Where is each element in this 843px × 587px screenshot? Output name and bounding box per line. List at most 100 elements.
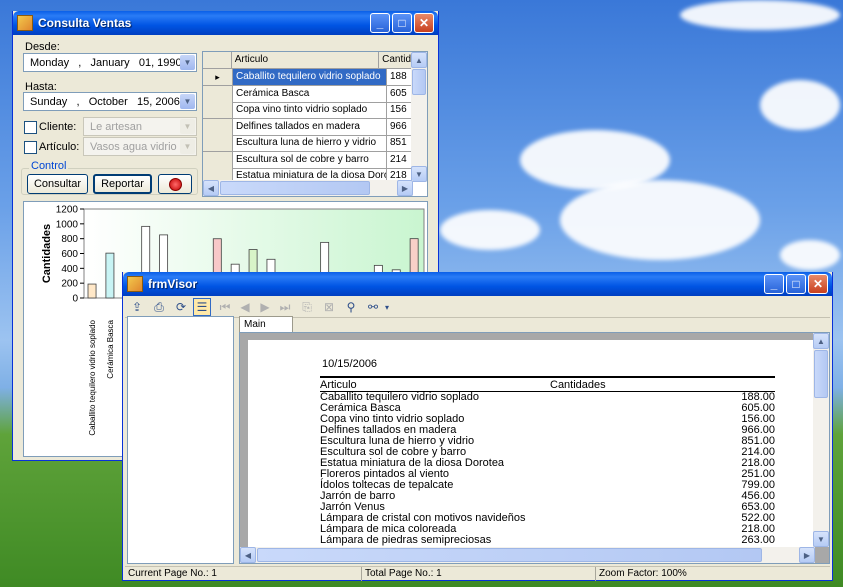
minimize-button[interactable]: _	[370, 13, 390, 33]
last-page-icon[interactable]: ⏭	[277, 299, 293, 315]
group-tree-panel[interactable]	[127, 316, 234, 564]
cell-articulo[interactable]: Cerámica Basca	[233, 85, 387, 102]
articulo-label: Artículo:	[39, 141, 80, 153]
y-tick-label: 600	[61, 249, 78, 260]
report-col-cantidades: Cantidades	[550, 379, 606, 391]
consulta-title: Consulta Ventas	[38, 16, 132, 30]
grid-header: Articulo Cantid	[203, 52, 411, 69]
scroll-up-icon[interactable]: ▲	[411, 52, 427, 68]
report-cell-cantidad: 263.00	[741, 534, 775, 546]
cell-articulo[interactable]: Escultura sol de cobre y barro	[233, 151, 387, 168]
minimize-button[interactable]: _	[764, 274, 784, 294]
viewer-toolbar: ⇪ ⎙ ⟳ ☰ ⏮ ◀ ▶ ⏭ ⎘ ⊠ ⚲ ⚯ ▾	[125, 296, 830, 318]
scroll-left-icon[interactable]: ◀	[240, 547, 256, 563]
first-page-icon[interactable]: ⏮	[217, 299, 233, 315]
x-tick-label: Cerámica Basca	[106, 319, 115, 378]
scroll-left-icon[interactable]: ◀	[203, 180, 219, 196]
group-tree-icon[interactable]: ☰	[193, 298, 211, 316]
refresh-icon[interactable]: ⟳	[173, 299, 189, 315]
grid-header-cantidad[interactable]: Cantid	[379, 52, 411, 68]
cell-articulo[interactable]: Copa vino tinto vidrio soplado	[233, 102, 387, 118]
close-button[interactable]: ✕	[414, 13, 434, 33]
row-header[interactable]: ▸	[203, 69, 233, 85]
desde-value: Monday , January 01, 1990	[30, 56, 182, 69]
cell-cantidad[interactable]: 188	[387, 69, 411, 85]
scroll-thumb[interactable]	[257, 548, 762, 562]
search-icon[interactable]: ⚲	[343, 299, 359, 315]
close-button[interactable]: ✕	[808, 274, 828, 294]
desde-label: Desde:	[25, 41, 60, 53]
row-header[interactable]	[203, 151, 233, 168]
maximize-button[interactable]: □	[392, 13, 412, 33]
scroll-down-icon[interactable]: ▼	[411, 166, 427, 182]
table-row[interactable]: Copa vino tinto vidrio soplado 156	[203, 102, 411, 119]
row-header[interactable]	[203, 85, 233, 102]
status-zoom: Zoom Factor: 100%	[599, 568, 687, 579]
report-viewport[interactable]: 10/15/2006 Articulo Cantidades Caballito…	[239, 332, 830, 564]
export-icon[interactable]: ⇪	[129, 299, 145, 315]
chevron-down-icon[interactable]: ▼	[180, 55, 195, 70]
table-row[interactable]: Escultura sol de cobre y barro 214	[203, 151, 411, 169]
scroll-thumb[interactable]	[220, 181, 370, 195]
control-label: Control	[29, 160, 69, 172]
grid-vertical-scrollbar[interactable]: ▲ ▼	[411, 52, 427, 182]
maximize-button[interactable]: □	[786, 274, 806, 294]
row-header[interactable]	[203, 102, 233, 118]
cell-articulo[interactable]: Caballito tequilero vidrio soplado	[233, 69, 387, 85]
row-header[interactable]	[203, 118, 233, 135]
table-row[interactable]: Delfines tallados en madera 966	[203, 118, 411, 136]
scroll-down-icon[interactable]: ▼	[813, 531, 829, 547]
scroll-thumb[interactable]	[412, 69, 426, 95]
grid-horizontal-scrollbar[interactable]: ◀ ▶	[203, 180, 413, 196]
scroll-right-icon[interactable]: ▶	[397, 180, 413, 196]
cliente-label: Cliente:	[39, 121, 77, 133]
zoom-dropdown-icon[interactable]: ▾	[379, 299, 395, 315]
cell-articulo[interactable]: Delfines tallados en madera	[233, 118, 387, 135]
goto-page-icon[interactable]: ⎘	[299, 299, 315, 315]
stop-icon	[168, 177, 182, 191]
tab-main-report[interactable]: Main Report	[239, 316, 293, 345]
consultar-button[interactable]: Consultar	[27, 174, 88, 194]
chevron-down-icon[interactable]: ▼	[180, 94, 195, 109]
report-col-articulo: Articulo	[320, 379, 357, 391]
scroll-right-icon[interactable]: ▶	[799, 547, 815, 563]
cliente-checkbox[interactable]	[24, 121, 37, 134]
cliente-select[interactable]: Le artesan ▼	[83, 117, 197, 136]
chart-bar	[105, 252, 115, 299]
report-row: Lámpara de piedras semipreciosas 263.00	[320, 535, 775, 546]
report-vertical-scrollbar[interactable]: ▲ ▼	[813, 333, 829, 547]
desde-datepicker[interactable]: Monday , January 01, 1990 ▼	[23, 53, 197, 72]
articulo-checkbox[interactable]	[24, 141, 37, 154]
print-icon[interactable]: ⎙	[151, 299, 167, 315]
cell-cantidad[interactable]: 851	[387, 135, 411, 151]
cell-articulo[interactable]: Escultura luna de hierro y vidrio	[233, 135, 387, 151]
next-page-icon[interactable]: ▶	[257, 299, 273, 315]
report-horizontal-scrollbar[interactable]: ◀ ▶	[240, 547, 815, 563]
visor-titlebar[interactable]: frmVisor _ □ ✕	[123, 272, 832, 296]
scroll-up-icon[interactable]: ▲	[813, 333, 829, 349]
table-row[interactable]: ▸ Caballito tequilero vidrio soplado 188	[203, 69, 411, 86]
stop-icon[interactable]: ⊠	[321, 299, 337, 315]
grid-header-articulo[interactable]: Articulo	[232, 52, 380, 68]
hasta-datepicker[interactable]: Sunday , October 15, 2006 ▼	[23, 92, 197, 111]
cell-cantidad[interactable]: 605	[387, 86, 411, 102]
y-tick-label: 800	[61, 234, 78, 245]
cell-cantidad[interactable]: 966	[387, 119, 411, 135]
ventas-grid[interactable]: Articulo Cantid ▸ Caballito tequilero vid…	[202, 51, 428, 197]
stop-button[interactable]	[158, 174, 192, 194]
status-bar: Current Page No.: 1 Total Page No.: 1 Zo…	[125, 566, 830, 581]
previous-page-icon[interactable]: ◀	[237, 299, 253, 315]
row-header[interactable]	[203, 135, 233, 151]
cell-cantidad[interactable]: 214	[387, 152, 411, 168]
reportar-button[interactable]: Reportar	[93, 174, 152, 194]
table-row[interactable]: Cerámica Basca 605	[203, 85, 411, 103]
cell-cantidad[interactable]: 156	[387, 102, 411, 118]
app-icon	[127, 276, 143, 292]
chevron-down-icon[interactable]: ▼	[180, 139, 195, 154]
chevron-down-icon[interactable]: ▼	[180, 119, 195, 134]
table-row[interactable]: Escultura luna de hierro y vidrio 851	[203, 135, 411, 152]
articulo-select[interactable]: Vasos agua vidrio soplado ▼	[83, 137, 197, 156]
consulta-titlebar[interactable]: Consulta Ventas _ □ ✕	[13, 11, 438, 35]
scroll-thumb[interactable]	[814, 350, 828, 398]
hasta-value: Sunday , October 15, 2006	[30, 95, 180, 108]
